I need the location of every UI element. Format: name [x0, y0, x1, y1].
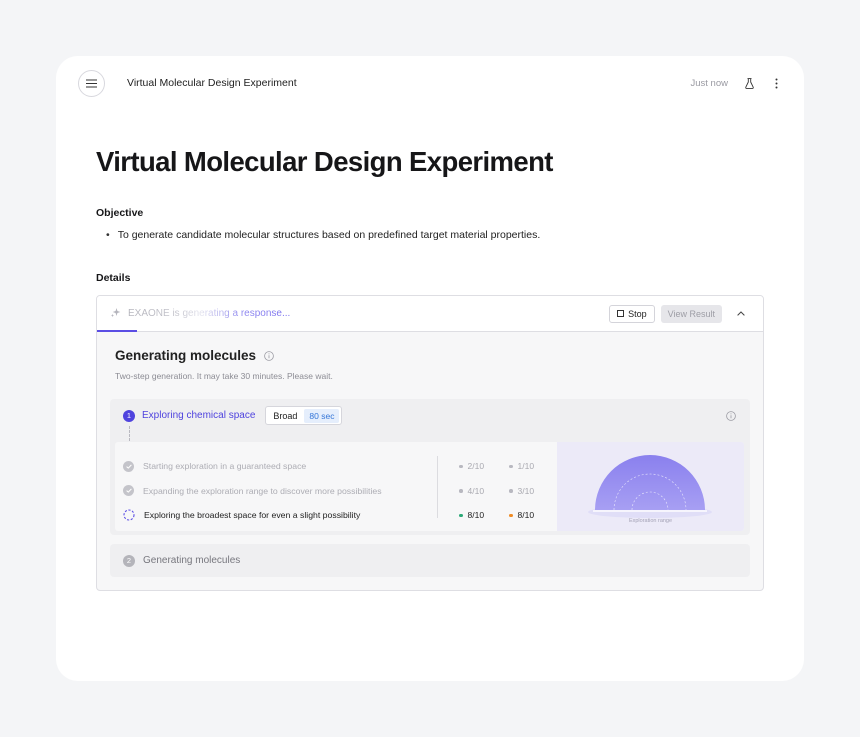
check-circle-icon	[123, 485, 134, 497]
stop-icon	[617, 310, 625, 317]
step-number: 1	[123, 409, 135, 422]
mode-label: Broad	[273, 410, 298, 421]
exploration-range-label: Exploration range	[628, 518, 673, 524]
task-item: Starting exploration in a guaranteed spa…	[123, 454, 382, 479]
status-dot	[509, 513, 513, 517]
step-connector	[129, 426, 130, 441]
status-dot	[459, 489, 463, 493]
menu-icon	[86, 79, 97, 88]
flask-button[interactable]	[743, 76, 755, 90]
metric-b-value: 8/10	[517, 510, 535, 521]
metric-a-value: 8/10	[467, 510, 485, 521]
bullet: •	[106, 229, 110, 241]
menu-button[interactable]	[78, 70, 105, 97]
chevron-up-icon	[737, 311, 745, 316]
status-dot	[509, 464, 513, 468]
status-dot	[509, 489, 513, 493]
metric-row: 8/10 8/10	[459, 503, 559, 528]
metric-row: 2/10 1/10	[459, 454, 559, 479]
metric-a: 4/10	[459, 486, 509, 496]
task-metrics: 2/10 1/10 4/10 3/10 8/10 8/10	[459, 454, 559, 528]
timestamp: Just now	[690, 77, 729, 89]
status-dot	[459, 513, 463, 517]
info-icon[interactable]	[264, 350, 274, 361]
exploration-range-visual: Exploration range	[557, 442, 744, 531]
task-item: Expanding the exploration range to disco…	[123, 479, 382, 504]
metric-b-value: 3/10	[517, 485, 535, 496]
details-panel: EXAONE is generating a response... Stop …	[96, 295, 764, 591]
stop-label: Stop	[628, 308, 647, 319]
step-exploring: 1 Exploring chemical space Broad 80 sec	[110, 399, 750, 535]
objective-text: To generate candidate molecular structur…	[117, 229, 541, 241]
metric-row: 4/10 3/10	[459, 479, 559, 504]
main-card: Virtual Molecular Design Experiment Just…	[56, 56, 804, 681]
page-title: Virtual Molecular Design Experiment	[96, 146, 553, 177]
task-label: Expanding the exploration range to disco…	[143, 485, 382, 496]
status-dot	[459, 464, 463, 468]
generation-title: Generating molecules	[115, 348, 257, 363]
check-circle-icon	[123, 460, 134, 472]
status-bar: EXAONE is generating a response... Stop …	[97, 296, 763, 332]
loading-spinner-icon	[123, 509, 135, 521]
metric-b: 1/10	[509, 461, 559, 471]
task-item: Exploring the broadest space for even a …	[123, 503, 382, 528]
step-generating: 2 Generating molecules	[110, 544, 750, 577]
topbar-title: Virtual Molecular Design Experiment	[127, 77, 297, 89]
metric-a: 2/10	[459, 461, 509, 471]
metric-b: 8/10	[509, 510, 559, 520]
metric-b: 3/10	[509, 486, 559, 496]
view-result-button[interactable]: View Result	[660, 304, 722, 323]
metric-a-value: 4/10	[467, 485, 485, 496]
generation-subtitle: Two-step generation. It may take 30 minu…	[115, 371, 333, 381]
step-number: 2	[123, 554, 135, 567]
step-title: Generating molecules	[143, 555, 241, 566]
metric-b-value: 1/10	[517, 461, 535, 472]
sparkle-icon	[110, 307, 121, 321]
details-heading: Details	[96, 272, 131, 284]
divider	[437, 456, 438, 518]
objective-heading: Objective	[96, 207, 144, 219]
flask-icon	[744, 77, 754, 89]
step-body: Starting exploration in a guaranteed spa…	[115, 442, 744, 531]
generation-status: EXAONE is generating a response...	[110, 307, 290, 321]
task-label: Exploring the broadest space for even a …	[144, 510, 361, 521]
duration-badge: 80 sec	[304, 408, 340, 423]
more-button[interactable]	[770, 76, 782, 90]
status-text: EXAONE is generating a response...	[128, 308, 291, 319]
topbar-actions: Just now	[691, 76, 783, 90]
metric-a: 8/10	[459, 510, 509, 520]
step-header: 1 Exploring chemical space Broad 80 sec	[123, 406, 343, 425]
collapse-button[interactable]	[732, 305, 750, 323]
task-list: Starting exploration in a guaranteed spa…	[123, 454, 382, 528]
view-result-label: View Result	[667, 308, 715, 319]
more-vertical-icon	[775, 78, 777, 88]
task-label: Starting exploration in a guaranteed spa…	[143, 461, 307, 472]
objective-item: • To generate candidate molecular struct…	[106, 229, 540, 241]
status-actions: Stop View Result	[609, 304, 750, 323]
generation-heading: Generating molecules	[115, 348, 274, 363]
generation-progress-bar	[97, 330, 137, 332]
mode-pill: Broad 80 sec	[265, 406, 343, 425]
step-title: Exploring chemical space	[142, 410, 256, 421]
info-icon[interactable]	[726, 411, 736, 421]
stop-button[interactable]: Stop	[609, 304, 655, 323]
metric-a-value: 2/10	[467, 461, 485, 472]
